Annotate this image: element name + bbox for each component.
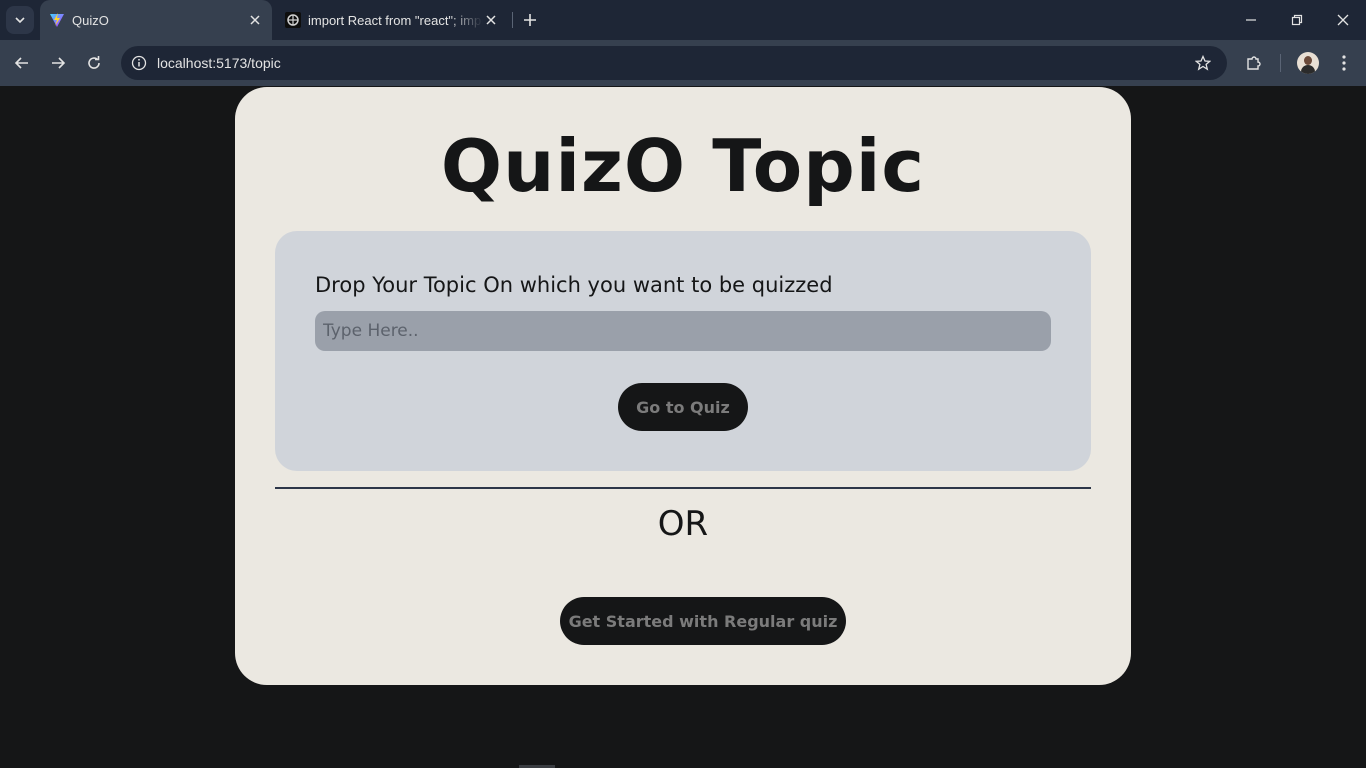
chevron-down-icon [15, 17, 25, 24]
tab-react-code[interactable]: import React from "react"; import [276, 0, 508, 40]
extensions-button[interactable] [1242, 51, 1266, 75]
plus-icon [524, 14, 536, 26]
bookmark-star-icon[interactable] [1193, 53, 1213, 73]
close-icon [1337, 14, 1349, 26]
more-vertical-icon [1342, 55, 1346, 71]
close-tab-icon[interactable] [483, 12, 499, 28]
tab-title: import React from "react"; import [308, 12, 483, 28]
reload-button[interactable] [82, 51, 106, 75]
close-window-button[interactable] [1333, 10, 1353, 30]
restore-icon [1291, 14, 1303, 26]
topic-panel: Drop Your Topic On which you want to be … [275, 231, 1091, 471]
tab-separator [512, 12, 513, 28]
close-tab-icon[interactable] [247, 12, 263, 28]
page-title: QuizO Topic [440, 124, 926, 208]
divider [275, 487, 1091, 489]
tab-search-button[interactable] [6, 6, 34, 34]
forward-arrow-icon [52, 57, 66, 69]
browser-menu-button[interactable] [1332, 51, 1356, 75]
new-tab-button[interactable] [520, 10, 540, 30]
minimize-icon [1246, 19, 1256, 21]
topic-label: Drop Your Topic On which you want to be … [315, 273, 833, 297]
topic-input[interactable] [315, 311, 1051, 351]
toolbar-separator [1280, 54, 1281, 72]
tab-title: QuizO [72, 12, 109, 28]
reload-icon [88, 56, 100, 69]
go-to-quiz-button[interactable]: Go to Quiz [618, 383, 748, 431]
puzzle-piece-icon [1247, 56, 1261, 70]
restore-button[interactable] [1287, 10, 1307, 30]
back-arrow-icon [14, 57, 28, 69]
browser-toolbar: localhost:5173/topic [0, 40, 1366, 86]
regular-quiz-button[interactable]: Get Started with Regular quiz [560, 597, 846, 645]
tab-strip: QuizO import React from "react"; import [0, 0, 1366, 40]
address-bar[interactable]: localhost:5173/topic [121, 46, 1227, 80]
or-separator-text: OR [657, 504, 709, 544]
profile-avatar[interactable] [1297, 52, 1319, 74]
url-text: localhost:5173/topic [157, 55, 281, 71]
tab-quizo[interactable]: QuizO [40, 0, 272, 40]
forward-button[interactable] [46, 51, 70, 75]
site-info-icon[interactable] [129, 53, 149, 73]
back-button[interactable] [10, 51, 34, 75]
pattern-favicon-icon [285, 12, 301, 28]
minimize-button[interactable] [1241, 10, 1261, 30]
vite-logo-icon [49, 12, 65, 28]
topic-card: QuizO Topic Drop Your Topic On which you… [235, 87, 1131, 685]
